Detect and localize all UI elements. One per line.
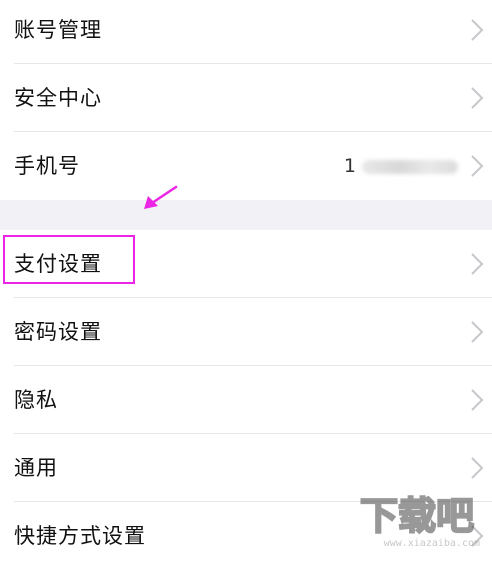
phone-number-visible-digit: 1	[343, 155, 356, 177]
chevron-right-icon	[471, 155, 484, 177]
settings-item-security[interactable]: 安全中心	[0, 64, 492, 132]
svg-text:下载吧: 下载吧	[360, 494, 474, 535]
watermark: 下载吧 www.xiazaiba.com	[356, 489, 484, 549]
section-gap	[0, 200, 492, 230]
settings-item-account[interactable]: 账号管理	[0, 0, 492, 64]
chevron-right-icon	[471, 389, 484, 411]
settings-item-password[interactable]: 密码设置	[0, 298, 492, 366]
chevron-right-icon	[471, 87, 484, 109]
chevron-right-icon	[471, 19, 484, 41]
phone-number-redacted	[362, 159, 458, 174]
chevron-right-icon	[471, 253, 484, 275]
chevron-right-icon	[471, 321, 484, 343]
settings-item-label: 手机号	[14, 154, 80, 178]
settings-item-label: 账号管理	[14, 18, 102, 42]
settings-item-label: 安全中心	[14, 86, 102, 110]
chevron-right-icon	[471, 457, 484, 479]
settings-item-phone[interactable]: 手机号 1	[0, 132, 492, 200]
watermark-logo: 下载吧	[359, 493, 475, 535]
phone-number-value: 1	[344, 132, 458, 200]
watermark-url: www.xiazaiba.com	[383, 538, 480, 549]
settings-item-label: 快捷方式设置	[14, 524, 146, 548]
arrow-icon	[144, 185, 178, 209]
settings-item-label: 隐私	[14, 388, 58, 412]
highlight-box	[3, 235, 135, 284]
settings-screen: 账号管理 安全中心 手机号 1 支付设置 密码设置 隐私 通用 快捷方式设置 下…	[0, 0, 492, 570]
settings-item-privacy[interactable]: 隐私	[0, 366, 492, 434]
settings-item-label: 密码设置	[14, 320, 102, 344]
settings-item-label: 通用	[14, 456, 58, 480]
